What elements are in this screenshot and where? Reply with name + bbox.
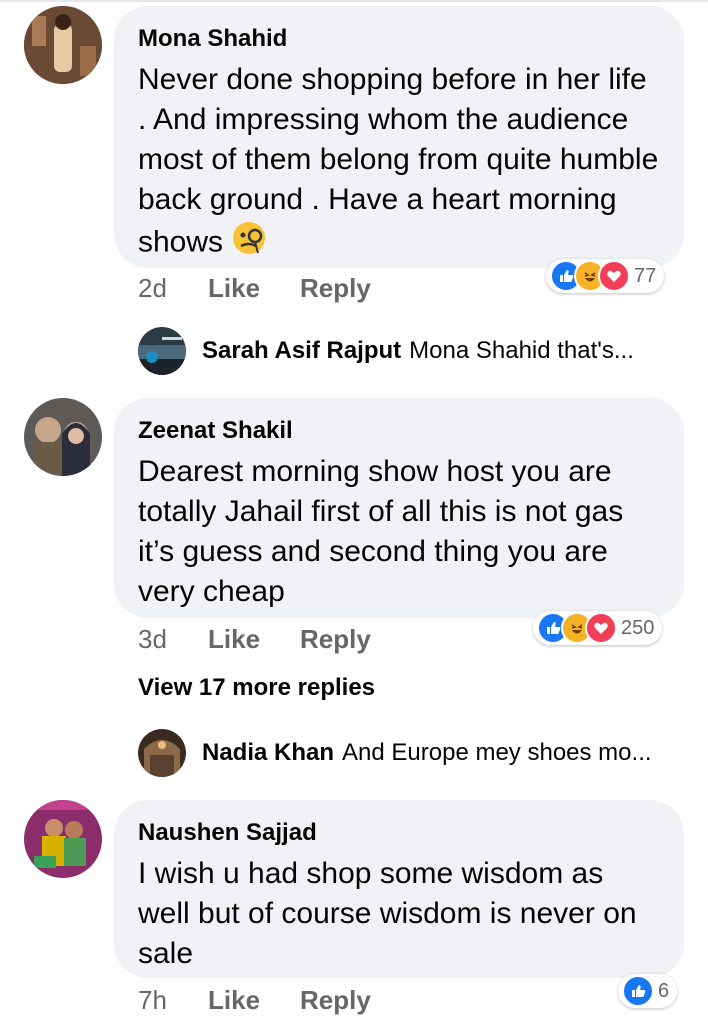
view-more-replies-button[interactable]: View 17 more replies bbox=[138, 674, 375, 702]
comment-bubble: Zeenat Shakil Dearest morning show host … bbox=[114, 398, 684, 618]
comment-text: I wish u had shop some wisdom as well bu… bbox=[138, 857, 637, 970]
avatar-image bbox=[138, 729, 186, 777]
top-divider bbox=[0, 0, 708, 2]
avatar-image bbox=[138, 327, 186, 375]
comment-author[interactable]: Mona Shahid bbox=[138, 24, 660, 54]
comment-author[interactable]: Zeenat Shakil bbox=[138, 416, 660, 446]
reply-text: And Europe mey shoes mo... bbox=[342, 739, 652, 766]
reply-text: Mona Shahid that's... bbox=[409, 337, 634, 364]
like-button[interactable]: Like bbox=[208, 273, 300, 304]
avatar[interactable] bbox=[138, 327, 186, 375]
avatar[interactable] bbox=[24, 398, 102, 476]
reaction-count: 250 bbox=[621, 616, 655, 639]
reply-preview[interactable]: Nadia Khan And Europe mey shoes mo... bbox=[138, 728, 652, 778]
comment-time[interactable]: 7h bbox=[138, 985, 208, 1016]
comment-actions: 7h Like Reply bbox=[138, 982, 371, 1018]
comment-bubble: Naushen Sajjad I wish u had shop some wi… bbox=[114, 800, 684, 978]
thumbs-up-icon bbox=[622, 975, 654, 1007]
avatar[interactable] bbox=[24, 6, 102, 84]
comment-text: Never done shopping before in her life .… bbox=[138, 60, 660, 267]
comment-text: Dearest morning show host you are totall… bbox=[138, 455, 624, 608]
reply-button[interactable]: Reply bbox=[300, 985, 371, 1016]
avatar[interactable] bbox=[24, 800, 102, 878]
reply-button[interactable]: Reply bbox=[300, 273, 371, 304]
like-button[interactable]: Like bbox=[208, 624, 300, 655]
comment-actions: 3d Like Reply bbox=[138, 621, 371, 657]
reply-author[interactable]: Nadia Khan bbox=[202, 739, 334, 767]
avatar-image bbox=[24, 800, 102, 878]
reply-button[interactable]: Reply bbox=[300, 624, 371, 655]
face-with-monocle-icon bbox=[231, 220, 267, 267]
comment-time[interactable]: 3d bbox=[138, 624, 208, 655]
comment-author[interactable]: Naushen Sajjad bbox=[138, 818, 660, 848]
comment-bubble: Mona Shahid Never done shopping before i… bbox=[114, 6, 684, 268]
reaction-count: 77 bbox=[634, 264, 657, 287]
reply-preview[interactable]: Sarah Asif Rajput Mona Shahid that's... bbox=[138, 326, 634, 376]
heart-icon bbox=[598, 260, 630, 292]
reactions-summary[interactable]: 250 bbox=[533, 611, 663, 645]
like-button[interactable]: Like bbox=[208, 985, 300, 1016]
avatar-image bbox=[24, 398, 102, 476]
heart-icon bbox=[585, 612, 617, 644]
comment-time[interactable]: 2d bbox=[138, 273, 208, 304]
avatar[interactable] bbox=[138, 729, 186, 777]
comment-actions: 2d Like Reply bbox=[138, 270, 371, 306]
reaction-count: 6 bbox=[658, 979, 670, 1002]
reactions-summary[interactable]: 6 bbox=[618, 974, 678, 1008]
comment-text-content: Never done shopping before in her life .… bbox=[138, 63, 659, 259]
reactions-summary[interactable]: 77 bbox=[546, 259, 665, 293]
avatar-image bbox=[24, 6, 102, 84]
reply-author[interactable]: Sarah Asif Rajput bbox=[202, 337, 401, 365]
